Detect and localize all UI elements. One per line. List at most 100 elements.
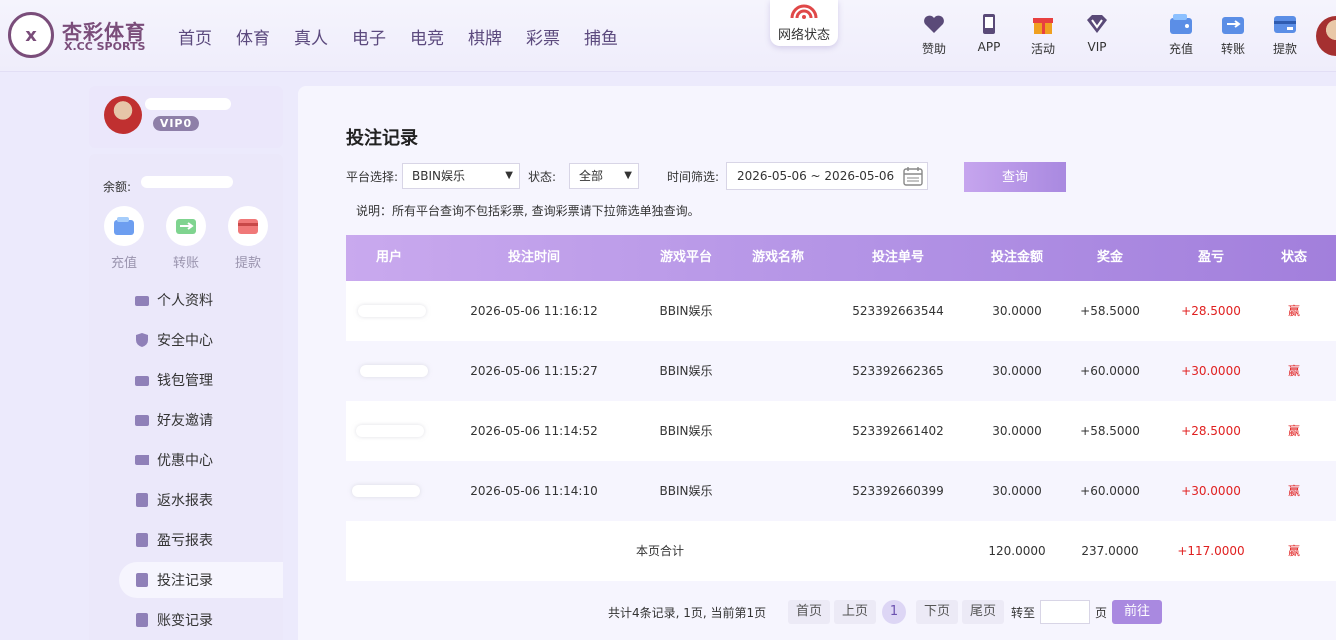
diamond-icon <box>1085 12 1109 36</box>
cell-time: 2026-05-06 11:16:12 <box>470 304 598 318</box>
col-user: 用户 <box>375 250 402 265</box>
deposit-label: 充值 <box>1168 42 1193 56</box>
sidebar-item-account-changes[interactable]: 账变记录 <box>119 602 283 638</box>
goto-label: 转至 <box>1011 606 1036 620</box>
summary-bonus: 237.0000 <box>1081 544 1139 558</box>
cell-game <box>736 341 820 401</box>
table-row: 2026-05-06 11:15:27 BBIN娱乐 523392662365 … <box>346 341 1336 401</box>
header-avatar[interactable] <box>1316 16 1336 56</box>
time-filter-label: 时间筛选: <box>667 170 720 184</box>
summary-status: 赢 <box>1287 544 1300 558</box>
ticket-icon <box>135 453 149 467</box>
sidebar-item-label: 返水报表 <box>157 493 213 509</box>
sidebar-item-label: 投注记录 <box>157 573 213 589</box>
app-button[interactable]: APP <box>969 12 1009 54</box>
cell-order: 523392663544 <box>852 304 944 318</box>
page-unit-label: 页 <box>1095 606 1108 620</box>
nav-live[interactable]: 真人 <box>294 24 328 49</box>
vip-badge: VIP0 <box>153 116 199 131</box>
withdraw-button[interactable]: 提款 <box>1265 12 1305 57</box>
date-range-input[interactable]: 2026-05-06 ~ 2026-05-06 <box>726 162 928 190</box>
site-logo[interactable]: x 杏彩体育 X.CC SPORTS <box>8 12 158 60</box>
sidebar-deposit-button[interactable]: 充值 <box>103 206 145 271</box>
promotions-button[interactable]: 活动 <box>1023 12 1063 57</box>
sidebar-transfer-button[interactable]: 转账 <box>165 206 207 271</box>
cell-status: 赢 <box>1287 364 1300 378</box>
avatar[interactable] <box>104 96 142 134</box>
date-range-value: 2026-05-06 ~ 2026-05-06 <box>737 169 895 183</box>
page-number-current[interactable]: 1 <box>882 600 906 624</box>
goto-page-input[interactable] <box>1040 600 1090 624</box>
network-status-button[interactable]: 网络状态 <box>770 0 838 46</box>
query-button[interactable]: 查询 <box>964 162 1066 192</box>
next-page-button[interactable]: 下页 <box>916 600 959 624</box>
col-platform: 游戏平台 <box>659 250 712 265</box>
balance-value-masked <box>141 176 233 188</box>
nav-slots[interactable]: 电子 <box>352 24 386 49</box>
sidebar-item-bet-records[interactable]: 投注记录 <box>119 562 283 598</box>
table-row: 2026-05-06 11:16:12 BBIN娱乐 523392663544 … <box>346 281 1336 341</box>
sponsor-button[interactable]: 赞助 <box>914 12 954 57</box>
sidebar-item-label: 安全中心 <box>157 333 213 349</box>
sidebar-item-security[interactable]: 安全中心 <box>119 322 283 358</box>
status-select[interactable]: 全部 ▼ <box>569 163 639 189</box>
cell-profit: +30.0000 <box>1181 364 1241 378</box>
withdraw-icon <box>228 206 268 246</box>
summary-profit: +117.0000 <box>1177 544 1245 558</box>
first-page-button[interactable]: 首页 <box>788 600 831 624</box>
sidebar-item-promotions[interactable]: 优惠中心 <box>119 442 283 478</box>
username-masked <box>145 98 231 110</box>
goto-button[interactable]: 前往 <box>1112 600 1162 624</box>
cell-status: 赢 <box>1287 424 1300 438</box>
nav-home[interactable]: 首页 <box>178 24 212 49</box>
platform-select-value: BBIN娱乐 <box>412 169 465 183</box>
main-nav: 首页 体育 真人 电子 电竞 棋牌 彩票 捕鱼 <box>166 24 630 49</box>
mail-icon <box>135 413 149 427</box>
nav-lottery[interactable]: 彩票 <box>526 24 560 49</box>
user-masked <box>360 365 428 377</box>
cell-status: 赢 <box>1287 484 1300 498</box>
network-status-label: 网络状态 <box>777 28 830 43</box>
withdraw-label: 提款 <box>1272 42 1297 56</box>
document-icon <box>135 533 149 547</box>
prev-page-button[interactable]: 上页 <box>834 600 877 624</box>
transfer-label: 转账 <box>1220 42 1245 56</box>
nav-cards[interactable]: 棋牌 <box>468 24 502 49</box>
platform-filter-label: 平台选择: <box>346 170 399 184</box>
nav-esports[interactable]: 电竞 <box>410 24 444 49</box>
cell-time: 2026-05-06 11:15:27 <box>470 364 598 378</box>
caret-down-icon: ▼ <box>624 170 632 181</box>
vip-button[interactable]: VIP <box>1077 12 1117 54</box>
cell-order: 523392660399 <box>852 484 944 498</box>
last-page-button[interactable]: 尾页 <box>962 600 1005 624</box>
sidebar-item-label: 好友邀请 <box>157 413 213 429</box>
sidebar-item-label: 钱包管理 <box>157 373 213 389</box>
cell-status: 赢 <box>1287 304 1300 318</box>
sidebar-item-wallet[interactable]: 钱包管理 <box>119 362 283 398</box>
sidebar-item-rebate-report[interactable]: 返水报表 <box>119 482 283 518</box>
cell-order: 523392662365 <box>852 364 944 378</box>
deposit-button[interactable]: 充值 <box>1161 12 1201 57</box>
table-row: 2026-05-06 11:14:52 BBIN娱乐 523392661402 … <box>346 401 1336 461</box>
user-masked <box>356 425 424 437</box>
transfer-button[interactable]: 转账 <box>1213 12 1253 57</box>
folder-icon <box>135 293 149 307</box>
platform-select[interactable]: BBIN娱乐 ▼ <box>402 163 520 189</box>
nav-sports[interactable]: 体育 <box>236 24 270 49</box>
cell-amount: 30.0000 <box>992 364 1042 378</box>
sidebar-item-profile[interactable]: 个人资料 <box>119 282 283 318</box>
cell-profit: +30.0000 <box>1181 484 1241 498</box>
sidebar-withdraw-button[interactable]: 提款 <box>227 206 269 271</box>
col-order-no: 投注单号 <box>871 250 924 265</box>
nav-fishing[interactable]: 捕鱼 <box>584 24 618 49</box>
sidebar-item-profit-report[interactable]: 盈亏报表 <box>119 522 283 558</box>
sidebar-item-invite[interactable]: 好友邀请 <box>119 402 283 438</box>
main-content: 投注记录 平台选择: BBIN娱乐 ▼ 状态: 全部 ▼ 时间筛选: 2026-… <box>298 86 1336 640</box>
sidebar-item-label: 账变记录 <box>157 613 213 629</box>
cell-order: 523392661402 <box>852 424 944 438</box>
user-masked <box>352 485 420 497</box>
wallet-icon <box>1169 12 1193 36</box>
pagination-info: 共计4条记录, 1页, 当前第1页 <box>608 606 767 620</box>
top-header: x 杏彩体育 X.CC SPORTS 首页 体育 真人 电子 电竞 棋牌 彩票 … <box>0 0 1336 72</box>
wallet-icon <box>135 373 149 387</box>
